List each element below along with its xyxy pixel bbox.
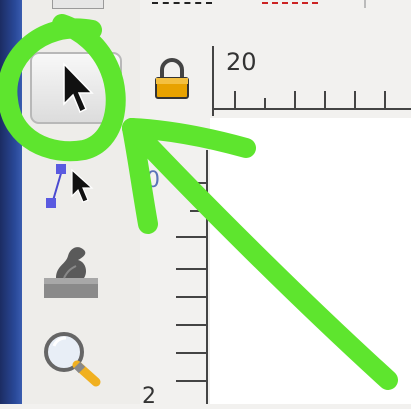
drawing-canvas[interactable] <box>210 118 411 404</box>
ruler-tick <box>384 91 386 109</box>
node-tool-button[interactable] <box>40 156 104 214</box>
ruler-tick <box>176 296 206 298</box>
magnifier-icon <box>44 332 101 387</box>
ruler-tick <box>176 352 206 354</box>
stroke-style-swatch-black[interactable] <box>152 2 212 4</box>
ruler-tick <box>176 182 206 184</box>
ruler-label: 2 <box>142 384 156 409</box>
tweak-tool-button[interactable] <box>38 236 104 302</box>
ruler-label: 20 <box>226 48 257 76</box>
ruler-tick <box>176 236 206 238</box>
top-toolbar-fragment <box>0 0 411 14</box>
ruler-tick <box>354 91 356 109</box>
toolbar-separator <box>364 0 366 8</box>
ruler-tick <box>324 91 326 109</box>
ruler-tick <box>190 210 206 212</box>
lock-icon[interactable] <box>150 58 194 102</box>
ruler-tick <box>176 380 206 382</box>
node-pointer-icon <box>46 164 94 208</box>
desktop-background-strip <box>0 0 22 404</box>
tweak-icon <box>44 247 98 298</box>
ruler-tick <box>294 91 296 109</box>
toolbar-button-partial[interactable] <box>52 0 104 9</box>
ruler-tick <box>264 98 266 109</box>
arrow-pointer-icon <box>63 62 94 114</box>
stroke-style-swatch-red[interactable] <box>262 2 318 4</box>
ruler-edge <box>206 150 208 404</box>
ruler-tick <box>234 91 236 109</box>
select-tool-button[interactable] <box>30 52 122 124</box>
zoom-tool-button[interactable] <box>38 328 110 390</box>
ruler-baseline <box>214 108 411 110</box>
ruler-label: 0 <box>146 168 160 193</box>
ruler-tick <box>176 268 206 270</box>
ruler-tick <box>176 324 206 326</box>
